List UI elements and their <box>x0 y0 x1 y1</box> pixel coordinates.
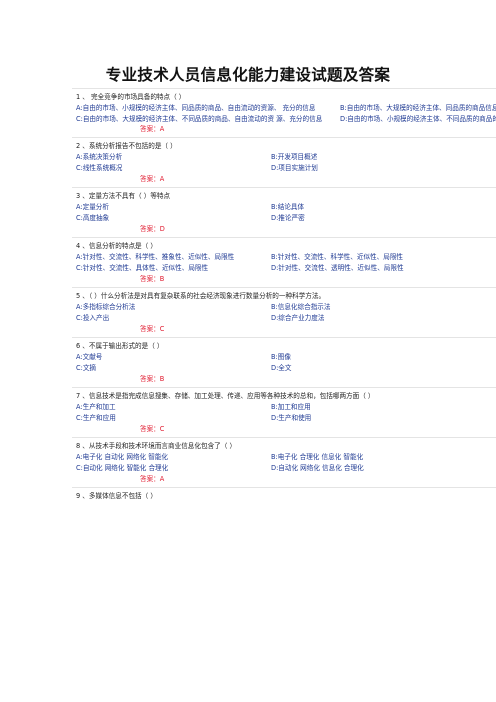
option-c: C:文摘 <box>76 364 97 372</box>
question-item: 4 、信息分析的特点是（ ） A:针对性、交流性、科学性、推象性、近似性、局限性… <box>72 237 496 287</box>
option-row: C:线性系统概况 D:项目实施计划 <box>76 163 496 174</box>
option-b: B:自由的市场、大规模的经济主体、同品质的商品信息 <box>340 104 496 112</box>
question-stem: 4 、信息分析的特点是（ ） <box>76 242 157 250</box>
option-a: A:自由的市场、小规模的经济主体、同品质的商品、自由流动的资源、 充分的信息 <box>76 104 316 112</box>
option-a: A:系统决策分析 <box>76 153 123 161</box>
option-row: C:文摘 D:全文 <box>76 363 496 374</box>
answer-label: 答案：B <box>140 375 165 383</box>
question-item: 2 、系统分析报告不包括的是（ ） A:系统决策分析 B:开发项目概述 C:线性… <box>72 137 496 187</box>
question-stem: 7 、信息技术是指完成信息搜集、存储、加工处理、传递、应用等各种技术的总和，包括… <box>76 392 375 400</box>
answer-label: 答案：A <box>140 175 165 183</box>
option-d: D:项目实施计划 <box>271 164 318 172</box>
option-a: A:多指标综合分析法 <box>76 303 136 311</box>
option-row: A:针对性、交流性、科学性、推象性、近似性、局限性 B:针对性、交流性、科学性、… <box>76 252 496 263</box>
answer-label: 答案：C <box>140 425 165 433</box>
answer-label: 答案：C <box>140 325 165 333</box>
question-stem: 9 、多媒体信息不包括（ ） <box>76 492 157 500</box>
option-b: B:针对性、交流性、科学性、近似性、局限性 <box>271 253 404 261</box>
option-c: C:针对性、交流性、具体性、近似性、局限性 <box>76 264 209 272</box>
option-row: A:文献号 B:图像 <box>76 352 496 363</box>
option-row: A:系统决策分析 B:开发项目概述 <box>76 152 496 163</box>
option-row: C:自由的市场、大规模的经济主体、不同品质的商品、自由流动的资 源、充分的信息 … <box>76 114 496 125</box>
option-row: A:自由的市场、小规模的经济主体、同品质的商品、自由流动的资源、 充分的信息 B… <box>76 103 496 114</box>
question-item: 6 、不属于输出形式的是（ ） A:文献号 B:图像 C:文摘 D:全文 答案：… <box>72 337 496 387</box>
option-row: A:多指标综合分析法 B:信息化综合指示法 <box>76 302 496 313</box>
option-a: A:针对性、交流性、科学性、推象性、近似性、局限性 <box>76 253 235 261</box>
option-row: A:定量分析 B:结论具体 <box>76 202 496 213</box>
answer-label: 答案：A <box>140 475 165 483</box>
option-b: B:图像 <box>271 353 291 361</box>
option-c: C:自动化 网络化 智能化 合理化 <box>76 464 169 472</box>
question-item: 7 、信息技术是指完成信息搜集、存储、加工处理、传递、应用等各种技术的总和，包括… <box>72 387 496 437</box>
option-a: A:生产和加工 <box>76 403 116 411</box>
question-stem: 5 、（ ）什么分析法是对具有复杂联系的社会经济现象进行数量分析的一种科学方法。 <box>76 292 326 300</box>
option-b: B:电子化 合理化 信息化 智能化 <box>271 453 364 461</box>
question-stem: 3 、定量方法不具有（ ）等特点 <box>76 192 171 200</box>
option-a: A:电子化 自动化 网络化 智能化 <box>76 453 169 461</box>
option-row: C:自动化 网络化 智能化 合理化 D:自动化 网络化 信息化 合理化 <box>76 463 496 474</box>
answer-label: 答案：B <box>140 275 165 283</box>
option-c: C:生产和应用 <box>76 414 116 422</box>
option-c: C:投入产出 <box>76 314 110 322</box>
option-d: D:生产和使用 <box>271 414 312 422</box>
option-c: C:自由的市场、大规模的经济主体、不同品质的商品、自由流动的资 源、充分的信息 <box>76 114 323 123</box>
option-b: B:加工和应用 <box>271 403 311 411</box>
option-d: D:针对性、交流性、透明性、近似性、局限性 <box>271 264 404 272</box>
option-d: D:综合产业力度法 <box>271 314 325 322</box>
question-item: 3 、定量方法不具有（ ）等特点 A:定量分析 B:结论具体 C:高度抽象 D:… <box>72 187 496 237</box>
option-c: C:线性系统概况 <box>76 164 123 172</box>
option-row: C:生产和应用 D:生产和使用 <box>76 413 496 424</box>
option-d: D:全文 <box>271 364 292 372</box>
question-item: 1 、 完全竞争的市场具备的特点（ ） A:自由的市场、小规模的经济主体、同品质… <box>72 88 496 137</box>
option-d: D:自由的市场、小规模的经济主体、不同品质的商品的信息 <box>340 114 496 123</box>
option-row: C:针对性、交流性、具体性、近似性、局限性 D:针对性、交流性、透明性、近似性、… <box>76 263 496 274</box>
option-row: A:电子化 自动化 网络化 智能化 B:电子化 合理化 信息化 智能化 <box>76 452 496 463</box>
option-c: C:高度抽象 <box>76 214 110 222</box>
answer-label: 答案：A <box>140 125 165 133</box>
page-title: 专业技术人员信息化能力建设试题及答案 <box>105 66 391 84</box>
option-b: B:信息化综合指示法 <box>271 303 331 311</box>
option-d: D:推论严密 <box>271 214 305 222</box>
answer-label: 答案：D <box>140 225 165 233</box>
question-stem: 2 、系统分析报告不包括的是（ ） <box>76 142 177 150</box>
question-stem: 1 、 完全竞争的市场具备的特点（ ） <box>76 93 186 101</box>
question-stem: 8 、从技术手段和技术环境而言商业信息化包含了（ ） <box>76 442 237 450</box>
option-b: B:结论具体 <box>271 203 305 211</box>
option-a: A:定量分析 <box>76 203 109 211</box>
option-row: C:高度抽象 D:推论严密 <box>76 213 496 224</box>
question-stem: 6 、不属于输出形式的是（ ） <box>76 342 164 350</box>
option-b: B:开发项目概述 <box>271 153 318 161</box>
option-d: D:自动化 网络化 信息化 合理化 <box>271 464 364 472</box>
question-item: 9 、多媒体信息不包括（ ） <box>72 487 496 504</box>
question-list: 1 、 完全竞争的市场具备的特点（ ） A:自由的市场、小规模的经济主体、同品质… <box>72 88 496 504</box>
question-item: 5 、（ ）什么分析法是对具有复杂联系的社会经济现象进行数量分析的一种科学方法。… <box>72 287 496 337</box>
option-row: C:投入产出 D:综合产业力度法 <box>76 313 496 324</box>
question-item: 8 、从技术手段和技术环境而言商业信息化包含了（ ） A:电子化 自动化 网络化… <box>72 437 496 487</box>
option-row: A:生产和加工 B:加工和应用 <box>76 402 496 413</box>
option-a: A:文献号 <box>76 353 103 361</box>
